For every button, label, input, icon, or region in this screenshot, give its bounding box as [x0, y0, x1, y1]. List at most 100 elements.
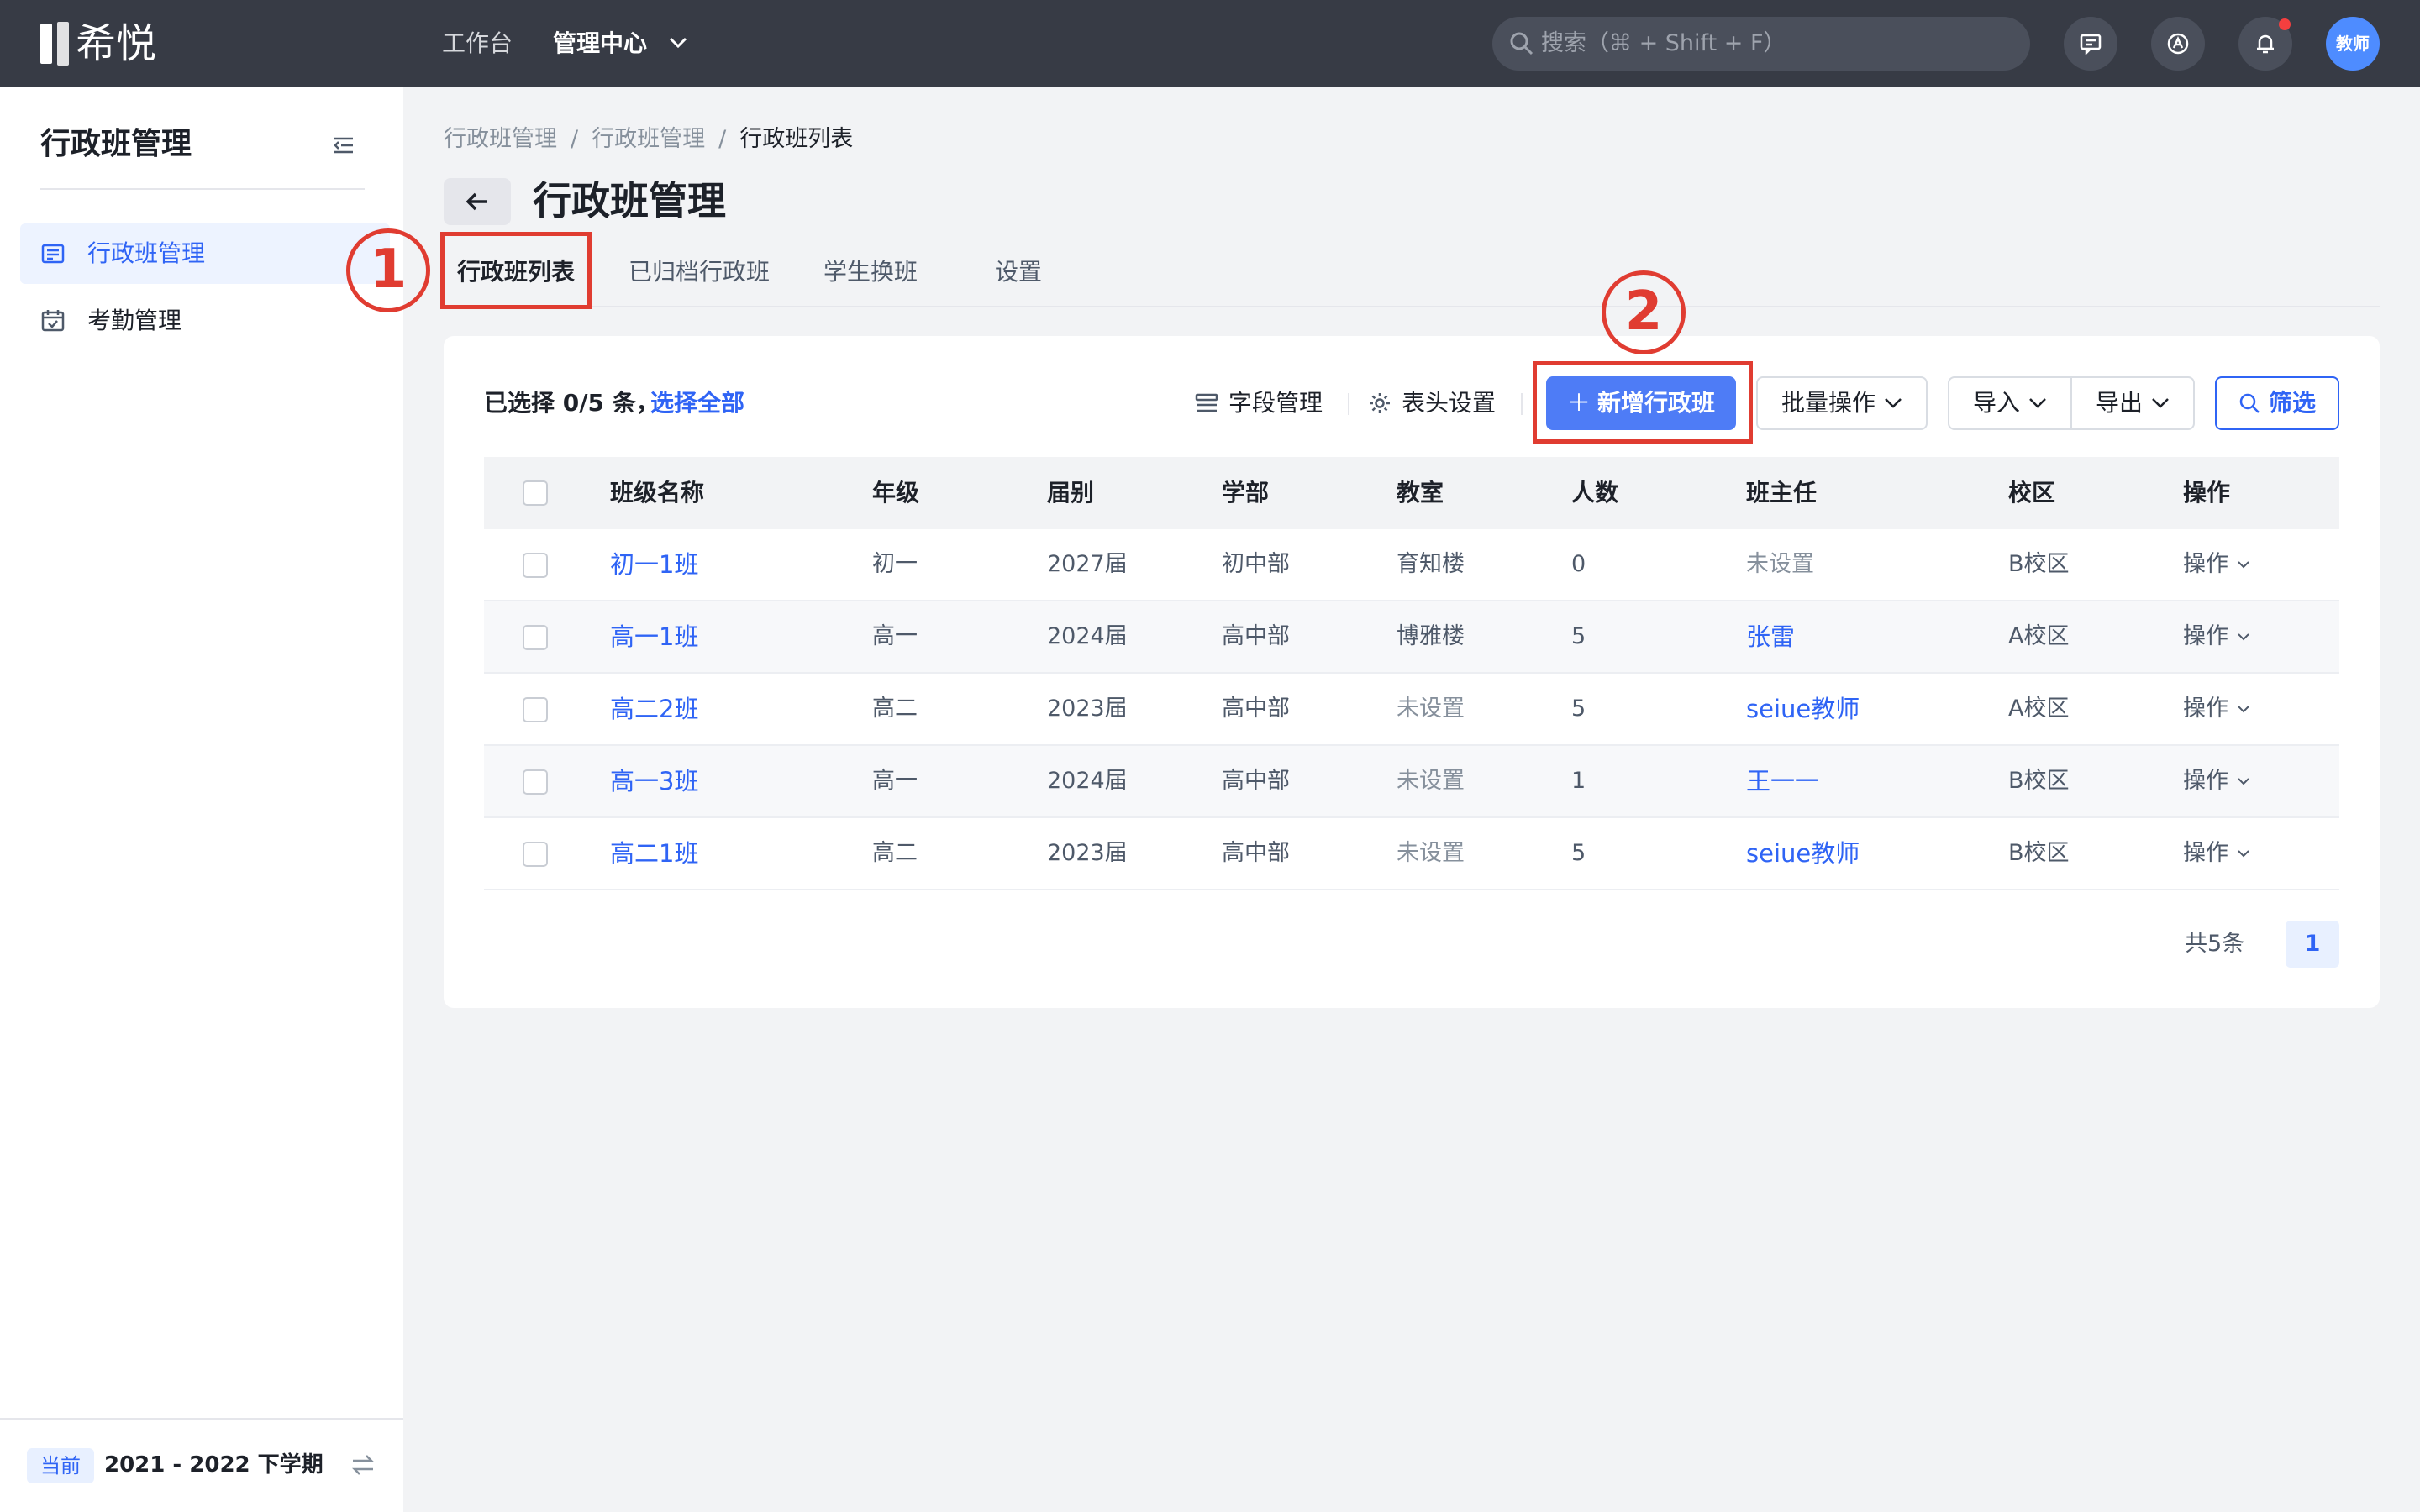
- table-row: 高二2班 高二 2023届 高中部 未设置 5 seiue教师 A校区 操作: [484, 674, 2339, 746]
- swap-term-icon[interactable]: [350, 1452, 376, 1478]
- export-label: 导出: [2095, 389, 2143, 417]
- campus-cell: B校区: [2008, 840, 2070, 866]
- cohort-cell: 2024届: [1047, 623, 1128, 649]
- chevron-down-icon: [2152, 398, 2169, 408]
- nav-admin-center[interactable]: 管理中心: [553, 25, 687, 62]
- class-name-link[interactable]: 高一3班: [610, 763, 698, 800]
- count-cell: 5: [1571, 623, 1586, 649]
- row-actions-dropdown[interactable]: 操作: [2183, 763, 2250, 800]
- classroom-cell: 未设置: [1397, 840, 1465, 866]
- tab-student-transfer[interactable]: 学生换班: [823, 252, 918, 292]
- chevron-down-icon: [2238, 633, 2249, 641]
- head-teacher-link[interactable]: 王一一: [1746, 763, 1819, 800]
- bell-icon: [2257, 34, 2274, 54]
- division-cell: 高中部: [1222, 623, 1290, 649]
- nav-workbench[interactable]: 工作台: [442, 25, 513, 62]
- import-dropdown[interactable]: 导入: [1948, 376, 2072, 430]
- breadcrumb-item[interactable]: 行政班管理: [592, 126, 705, 152]
- head-teacher-link[interactable]: 张雷: [1746, 618, 1795, 655]
- avatar[interactable]: 教师: [2326, 17, 2380, 71]
- annotation-step-1: 1: [346, 228, 430, 312]
- column-header: 教室: [1397, 479, 1444, 507]
- count-cell: 5: [1571, 696, 1586, 722]
- grade-cell: 高一: [872, 623, 918, 649]
- header-settings-label: 表头设置: [1402, 389, 1497, 417]
- column-header: 操作: [2183, 479, 2231, 507]
- campus-cell: A校区: [2008, 696, 2070, 722]
- row-checkbox[interactable]: [523, 625, 548, 650]
- cohort-cell: 2024届: [1047, 768, 1128, 794]
- grade-cell: 初一: [872, 551, 918, 577]
- fields-icon: [1195, 393, 1218, 412]
- select-all-checkbox[interactable]: [523, 480, 548, 506]
- column-header: 班主任: [1746, 479, 1818, 507]
- column-header: 年级: [872, 479, 920, 507]
- row-actions-dropdown[interactable]: 操作: [2183, 618, 2250, 655]
- field-management-button[interactable]: 字段管理: [1195, 383, 1323, 423]
- division-cell: 高中部: [1222, 768, 1290, 794]
- current-term-badge: 当前: [27, 1448, 94, 1483]
- batch-operations-dropdown[interactable]: 批量操作: [1756, 376, 1928, 430]
- head-teacher-link[interactable]: seiue教师: [1746, 835, 1860, 872]
- row-checkbox[interactable]: [523, 769, 548, 795]
- selection-count: 已选择 0/5 条，: [484, 389, 660, 417]
- collapse-sidebar-icon[interactable]: [331, 133, 356, 158]
- search-placeholder: 搜索（⌘ + Shift + F）: [1541, 30, 1786, 56]
- campus-cell: A校区: [2008, 623, 2070, 649]
- count-cell: 1: [1571, 768, 1586, 794]
- global-search[interactable]: 搜索（⌘ + Shift + F）: [1492, 17, 2030, 71]
- sidebar-divider: [40, 188, 365, 190]
- row-actions-dropdown[interactable]: 操作: [2183, 690, 2250, 727]
- current-term: 2021 - 2022 下学期: [104, 1452, 324, 1478]
- tab-archived[interactable]: 已归档行政班: [629, 252, 770, 292]
- sidebar-item-label: 考勤管理: [87, 307, 182, 334]
- page-number-button[interactable]: 1: [2286, 921, 2339, 968]
- header-settings-button[interactable]: 表头设置: [1368, 383, 1496, 423]
- tabs-divider: [444, 306, 2380, 307]
- head-teacher-cell: 未设置: [1746, 551, 1814, 577]
- row-actions-dropdown[interactable]: 操作: [2183, 835, 2250, 872]
- tab-settings[interactable]: 设置: [995, 252, 1042, 292]
- sidebar-item-class-management[interactable]: 行政班管理: [20, 223, 390, 284]
- cohort-cell: 2023届: [1047, 696, 1128, 722]
- division-cell: 初中部: [1222, 551, 1290, 577]
- select-all-link[interactable]: 选择全部: [650, 383, 744, 423]
- class-name-link[interactable]: 初一1班: [610, 546, 698, 583]
- row-checkbox[interactable]: [523, 697, 548, 722]
- sidebar-item-attendance[interactable]: 考勤管理: [20, 291, 390, 351]
- annotation-step-2: 2: [1602, 270, 1686, 354]
- campus-cell: B校区: [2008, 551, 2070, 577]
- row-checkbox[interactable]: [523, 553, 548, 578]
- chevron-down-icon: [2238, 778, 2249, 785]
- class-name-link[interactable]: 高二1班: [610, 835, 698, 872]
- row-actions-dropdown[interactable]: 操作: [2183, 546, 2250, 583]
- search-icon: [2239, 393, 2260, 413]
- class-name-link[interactable]: 高一1班: [610, 618, 698, 655]
- app-store-button[interactable]: [2151, 17, 2205, 71]
- logo-text: 希悦: [76, 20, 157, 67]
- gear-icon: [1370, 393, 1390, 413]
- back-button[interactable]: [444, 178, 511, 225]
- column-header: 学部: [1222, 479, 1270, 507]
- chat-icon: [2080, 34, 2102, 55]
- nav-admin-center-label: 管理中心: [553, 29, 648, 57]
- breadcrumb-item[interactable]: 行政班管理: [444, 126, 557, 152]
- import-label: 导入: [1972, 389, 2020, 417]
- column-header: 校区: [2008, 479, 2056, 507]
- breadcrumb: 行政班管理 / 行政班管理 / 行政班列表: [444, 126, 854, 152]
- export-dropdown[interactable]: 导出: [2070, 376, 2195, 430]
- page-title: 行政班管理: [533, 178, 726, 223]
- chevron-down-icon: [1885, 398, 1902, 408]
- grade-cell: 高二: [872, 840, 918, 866]
- chevron-down-icon: [2238, 850, 2249, 858]
- table-row: 初一1班 初一 2027届 初中部 育知楼 0 未设置 B校区 操作: [484, 529, 2339, 601]
- class-name-link[interactable]: 高二2班: [610, 690, 698, 727]
- head-teacher-link[interactable]: seiue教师: [1746, 690, 1860, 727]
- filter-button[interactable]: 筛选: [2215, 376, 2339, 430]
- row-actions-label: 操作: [2183, 840, 2228, 866]
- count-cell: 0: [1571, 551, 1586, 577]
- column-header: 届别: [1047, 479, 1095, 507]
- row-checkbox[interactable]: [523, 842, 548, 867]
- message-button[interactable]: [2064, 17, 2118, 71]
- breadcrumb-current: 行政班列表: [739, 126, 854, 152]
